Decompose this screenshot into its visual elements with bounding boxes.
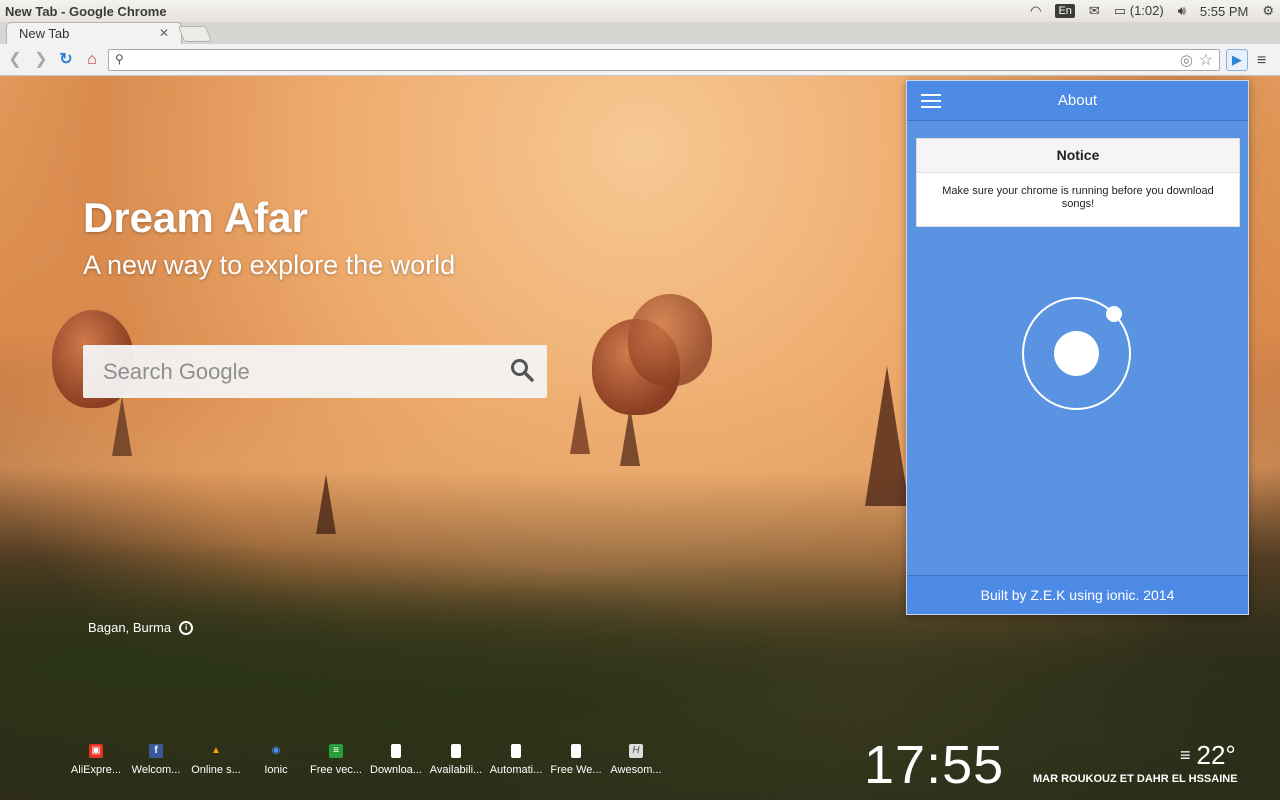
popup-header: About [907, 81, 1248, 121]
ionic-logo-dot [1106, 306, 1122, 322]
bookmark-amazon[interactable]: ▲ Online s... [186, 744, 246, 776]
page-icon [511, 744, 521, 758]
bookmark-label: Availabili... [429, 764, 483, 776]
gear-icon[interactable]: ⚙ [1262, 3, 1274, 19]
page-icon [391, 744, 401, 758]
info-icon[interactable]: i [179, 620, 194, 635]
weather-widget[interactable]: ≡ 22° [1180, 740, 1236, 771]
search-icon: ⚲ [115, 52, 124, 66]
system-tray: ◠ En ✉ ▭ (1:02) 🔊︎ 5:55 PM ⚙ [1030, 3, 1280, 19]
bookmark-free-web[interactable]: Free We... [546, 744, 606, 776]
weather-location: MAR ROUKOUZ ET DAHR EL HSSAINE [1033, 773, 1238, 785]
amazon-icon: ▲ [211, 745, 221, 756]
location-icon[interactable]: ◎ [1180, 51, 1193, 69]
bookmark-download[interactable]: Downloa... [366, 744, 426, 776]
bookmark-label: Downloa... [370, 764, 422, 776]
bookmark-label: Online s... [191, 764, 241, 776]
battery-indicator[interactable]: ▭ (1:02) [1114, 3, 1164, 19]
bookmark-tiles: ▣ AliExpre... f Welcom... ▲ Online s... ◉ Io… [66, 744, 666, 776]
notice-card: Notice Make sure your chrome is running … [916, 138, 1240, 227]
facebook-icon: f [149, 744, 163, 758]
page-clock: 17:55 [864, 735, 1005, 795]
notice-title: Notice [917, 139, 1239, 173]
aliexpress-icon: ▣ [89, 744, 103, 758]
bookmark-label: Free We... [550, 764, 602, 776]
back-button[interactable]: ❮ [5, 50, 25, 70]
popup-title: About [1057, 92, 1098, 109]
home-button[interactable]: ⌂ [82, 50, 102, 70]
notice-message: Make sure your chrome is running before … [942, 185, 1214, 210]
reload-button[interactable]: ↻ [56, 50, 76, 70]
temple-decoration [570, 394, 590, 454]
google-search-box[interactable] [83, 345, 547, 398]
photo-location: Bagan, Burma i [88, 620, 194, 635]
close-icon[interactable]: ✕ [159, 26, 169, 40]
address-input[interactable] [133, 52, 1173, 68]
search-input[interactable] [101, 357, 491, 387]
system-clock[interactable]: 5:55 PM [1200, 4, 1248, 19]
bookmark-label: Welcom... [131, 764, 181, 776]
tab-label: New Tab [19, 26, 70, 41]
window-title: New Tab - Google Chrome [5, 3, 167, 19]
location-label: Bagan, Burma [88, 620, 172, 635]
bookmark-awesome[interactable]: H Awesom... [606, 744, 666, 776]
volume-icon[interactable]: 🔊︎ [1178, 3, 1186, 19]
bookmark-star-icon[interactable]: ☆ [1199, 50, 1213, 70]
page-title: Dream Afar [83, 194, 308, 241]
temple-decoration [112, 396, 132, 456]
system-top-panel: New Tab - Google Chrome ◠ En ✉ ▭ (1:02) … [0, 0, 1280, 22]
fog-icon: ≡ [1180, 745, 1191, 765]
bookmark-label: Ionic [264, 764, 288, 776]
tab-new-tab[interactable]: New Tab ✕ [6, 22, 182, 44]
balloon-decoration [628, 294, 712, 386]
forward-button[interactable]: ❯ [31, 50, 51, 70]
keyboard-layout-indicator[interactable]: En [1055, 4, 1075, 18]
bookmark-label: Free vec... [310, 764, 362, 776]
battery-icon: ▭ [1113, 3, 1127, 18]
wifi-icon[interactable]: ◠ [1030, 3, 1041, 19]
bookmark-aliexpress[interactable]: ▣ AliExpre... [66, 744, 126, 776]
freepik-icon: ≡ [329, 744, 343, 758]
bookmark-facebook[interactable]: f Welcom... [126, 744, 186, 776]
chrome-menu-button[interactable]: ≡ [1257, 52, 1266, 70]
temperature: 22° [1196, 740, 1236, 770]
browser-toolbar: ❮ ❯ ↻ ⌂ ⚲ ◎ ☆ ▶ ≡ [0, 44, 1280, 76]
page-icon [451, 744, 461, 758]
search-icon[interactable] [509, 357, 535, 383]
bookmark-freepik[interactable]: ≡ Free vec... [306, 744, 366, 776]
new-tab-button[interactable] [177, 26, 213, 42]
page-subtitle: A new way to explore the world [83, 250, 456, 280]
music-extension-button[interactable]: ▶ [1226, 49, 1248, 71]
popup-footer: Built by Z.E.K using ionic. 2014 [907, 575, 1248, 614]
page-icon [571, 744, 581, 758]
ionic-logo-core [1054, 331, 1099, 376]
bookmark-label: AliExpre... [70, 764, 122, 776]
address-bar[interactable]: ⚲ ◎ ☆ [108, 49, 1220, 71]
temple-decoration [620, 406, 640, 466]
battery-time: (1:02) [1129, 3, 1164, 18]
ionic-icon: ◉ [271, 745, 281, 756]
bookmark-ionic[interactable]: ◉ Ionic [246, 744, 306, 776]
bookmark-label: Awesom... [610, 764, 662, 776]
bookmark-availability[interactable]: Availabili... [426, 744, 486, 776]
mail-icon[interactable]: ✉ [1089, 3, 1100, 19]
bookmark-automation[interactable]: Automati... [486, 744, 546, 776]
tab-strip: New Tab ✕ [0, 22, 1280, 44]
extension-popup: About Notice Make sure your chrome is ru… [906, 80, 1249, 615]
bookmark-label: Automati... [489, 764, 543, 776]
script-icon: H [629, 744, 643, 758]
